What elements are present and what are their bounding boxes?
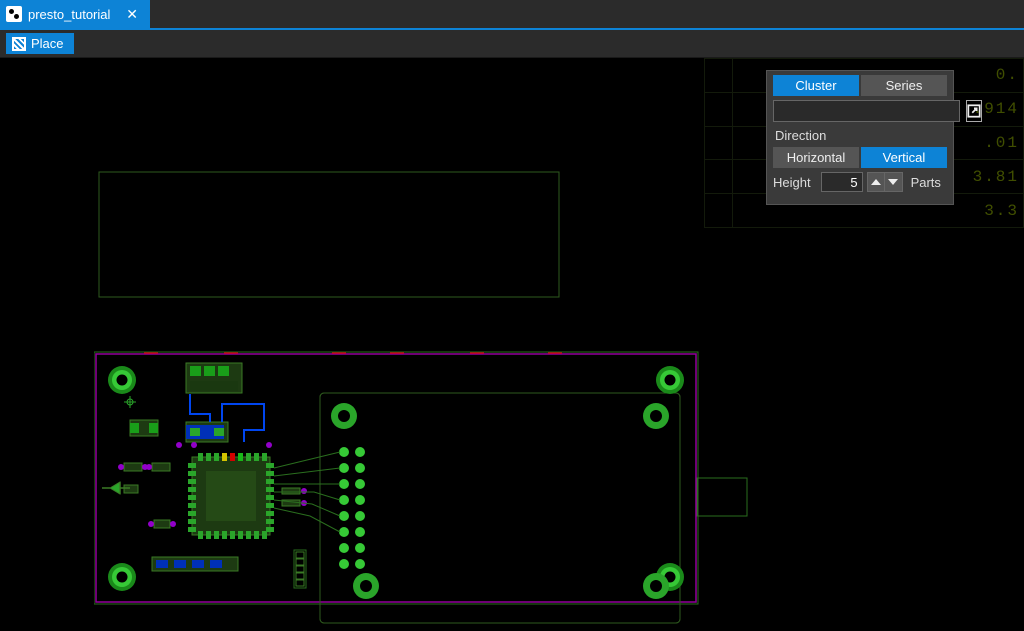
pcb-layout	[94, 170, 774, 630]
close-icon[interactable]: ✕	[124, 6, 140, 23]
place-button[interactable]: Place	[6, 33, 74, 54]
series-button[interactable]: Series	[861, 75, 947, 96]
horizontal-button[interactable]: Horizontal	[773, 147, 859, 168]
tab-bar: presto_tutorial ✕	[0, 0, 1024, 30]
regulator	[186, 422, 228, 442]
spin-down-icon	[888, 179, 898, 185]
expand-icon	[967, 104, 981, 118]
toolbar: Place	[0, 30, 1024, 58]
debug-header	[294, 550, 306, 588]
spin-up-button[interactable]	[867, 172, 885, 192]
spin-down-button[interactable]	[885, 172, 903, 192]
filter-input[interactable]	[773, 100, 960, 122]
place-icon	[12, 37, 26, 51]
height-units: Parts	[911, 175, 941, 190]
tab-presto-tutorial[interactable]: presto_tutorial ✕	[0, 0, 150, 28]
vertical-button[interactable]: Vertical	[861, 147, 947, 168]
spin-up-icon	[871, 179, 881, 185]
expand-button[interactable]	[966, 100, 982, 122]
place-button-label: Place	[31, 36, 64, 51]
design-canvas[interactable]: 0. .914 .01 3.81 3.3 Cluster Series Dire…	[0, 58, 1024, 631]
view-mode-toggle: Cluster Series	[773, 75, 947, 96]
pcb-app-icon	[6, 6, 22, 22]
connector-j1	[186, 363, 242, 393]
qfp-chip	[188, 453, 274, 539]
height-input[interactable]	[821, 172, 863, 192]
header-connector	[339, 447, 365, 569]
direction-label: Direction	[775, 128, 945, 143]
direction-toggle: Horizontal Vertical	[773, 147, 947, 168]
mounting-hole	[108, 366, 136, 394]
height-spinner	[867, 172, 903, 192]
placement-panel: Cluster Series Direction Horizontal Vert…	[766, 70, 954, 205]
height-label: Height	[773, 175, 811, 190]
tab-title: presto_tutorial	[28, 7, 118, 22]
cluster-button[interactable]: Cluster	[773, 75, 859, 96]
crystal	[130, 420, 158, 436]
